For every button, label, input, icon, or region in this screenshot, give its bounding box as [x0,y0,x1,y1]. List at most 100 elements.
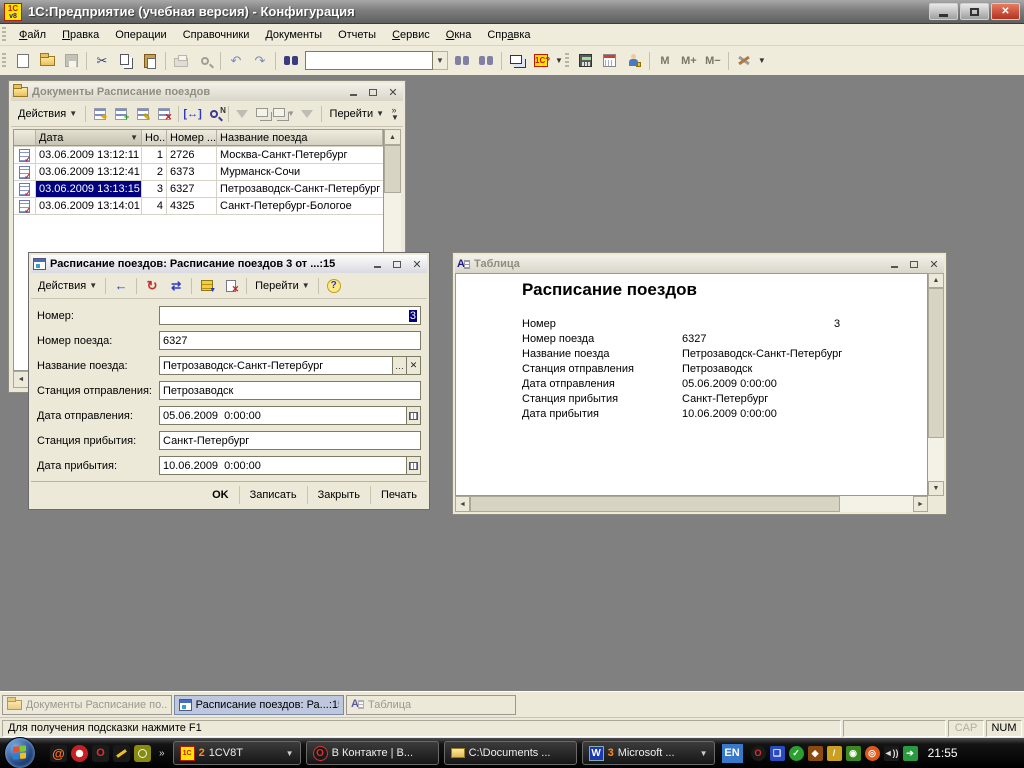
calendar-picker-button[interactable] [407,456,421,475]
tools-button[interactable] [732,50,756,72]
menu-documents[interactable]: Документы [257,26,330,44]
close-doc-button[interactable]: Закрыть [308,486,371,504]
train-name-field[interactable]: Петрозаводск-Санкт-Петербург [159,356,393,375]
volume-tray-icon[interactable]: ◄)) [884,746,899,761]
tablewin-hscrollbar[interactable]: ◄ ► [455,496,928,512]
find-prev-button[interactable] [474,50,498,72]
tablewin-titlebar[interactable]: A Таблица ✕ [455,255,944,273]
ok-button[interactable]: OK [202,486,240,504]
scroll-down-icon[interactable]: ▼ [928,481,944,496]
undo-button[interactable]: ↶ [224,50,248,72]
find-button[interactable] [279,50,303,72]
group-dropdown-arrow[interactable]: ▼ [700,749,708,758]
language-indicator[interactable]: EN [722,744,743,763]
toolbar-grip[interactable] [2,53,6,69]
windows-list-button[interactable] [505,50,529,72]
taskbar-button-vkontakte[interactable]: O В Контакте | В... [306,741,439,765]
doclist-toolbar-overflow[interactable]: »▼ [389,107,401,121]
arrive-date-field[interactable]: 10.06.2009 0:00:00 [159,456,407,475]
toolbar-grip-2[interactable] [565,53,569,69]
tab-table[interactable]: A Таблица [346,695,516,715]
copy-structure-button[interactable]: ⇄ [164,275,188,297]
redo-button[interactable]: ↷ [248,50,272,72]
go-to-list-button[interactable]: ← [109,275,133,297]
punto-tray-icon[interactable]: / [827,746,842,761]
depart-date-field[interactable]: 05.06.2009 0:00:00 [159,406,407,425]
unpost-document-button[interactable] [219,275,243,297]
1c-help-button[interactable]: 1C? [529,50,553,72]
quicklaunch-opera-icon[interactable]: O [92,745,109,762]
dialog-close-button[interactable]: ✕ [409,257,425,271]
menu-operations[interactable]: Операции [107,26,174,44]
add-button[interactable]: ✦ [89,103,110,125]
depart-station-field[interactable]: Петрозаводск [159,381,421,400]
new-document-button[interactable] [11,50,35,72]
usb-eject-tray-icon[interactable]: ➔ [903,746,918,761]
nvidia-tray-icon[interactable]: ◉ [846,746,861,761]
dialog-minimize-button[interactable] [369,257,385,271]
dialog-goto-button[interactable]: Перейти▼ [250,278,315,294]
quicklaunch-mail-agent-icon[interactable]: @ [50,745,67,762]
quicklaunch-clock-icon[interactable] [134,745,151,762]
paste-button[interactable] [138,50,162,72]
help-dropdown-arrow[interactable]: ▼ [555,56,563,65]
table-row[interactable]: 03.06.2009 13:12:41 2 6373 Мурманск-Сочи [14,164,383,181]
vscroll-thumb[interactable] [928,288,944,438]
post-document-button[interactable] [195,275,219,297]
clear-button[interactable]: ✕ [407,356,421,375]
hscroll-thumb[interactable] [470,496,840,512]
audio-horn-tray-icon[interactable]: ◆ [808,746,823,761]
calendar-button[interactable] [598,50,622,72]
header-date[interactable]: Дата▼ [36,130,142,146]
number-field[interactable]: 3 [159,306,421,325]
taskbar-button-word[interactable]: W 3 Microsoft ... ▼ [582,741,715,765]
edit-button[interactable]: ✎ [132,103,153,125]
opera-tray-icon[interactable]: O [751,746,766,761]
table-row[interactable]: 03.06.2009 13:12:11 1 2726 Москва-Санкт-… [14,147,383,164]
restore-button[interactable] [960,3,989,20]
header-icon-col[interactable] [14,130,36,146]
help-button[interactable]: ? [322,275,346,297]
taskbar-button-explorer[interactable]: C:\Documents ... [444,741,577,765]
start-button[interactable] [4,737,36,768]
scroll-up-icon[interactable]: ▲ [928,273,944,288]
doclist-titlebar[interactable]: Документы Расписание поездов ✕ [11,83,403,101]
menu-reports[interactable]: Отчеты [330,26,384,44]
tab-doclist[interactable]: Документы Расписание по... [2,695,172,715]
set-interval-button[interactable]: [↔] [182,103,203,125]
dialog-maximize-button[interactable] [389,257,405,271]
doclist-maximize-button[interactable] [365,85,381,99]
menubar-grip[interactable] [2,27,6,43]
quicklaunch-overflow-chevron[interactable]: » [159,748,165,759]
doclist-goto-button[interactable]: Перейти▼ [325,106,390,122]
doclist-actions-button[interactable]: Действия▼ [13,106,82,122]
header-num[interactable]: Но... [142,130,167,146]
tablewin-close-button[interactable]: ✕ [926,257,942,271]
menu-catalogs[interactable]: Справочники [175,26,258,44]
write-button[interactable]: Записать [240,486,308,504]
user-settings-button[interactable] [622,50,646,72]
menu-edit[interactable]: Правка [54,26,107,44]
search-dropdown-button[interactable]: ▼ [433,51,448,70]
taskbar-clock[interactable]: 21:55 [928,746,958,760]
find-by-number-button[interactable]: N [203,103,224,125]
scroll-right-icon[interactable]: ► [913,496,928,512]
menu-help[interactable]: Справка [479,26,538,44]
tablewin-vscrollbar[interactable]: ▲ ▼ [928,273,944,496]
download-manager-tray-icon[interactable]: ◎ [865,746,880,761]
arrive-station-field[interactable]: Санкт-Петербург [159,431,421,450]
train-number-field[interactable]: 6327 [159,331,421,350]
print-doc-button[interactable]: Печать [371,486,427,504]
menu-file[interactable]: Файл [11,26,54,44]
open-button[interactable] [35,50,59,72]
minimize-button[interactable] [929,3,958,20]
menu-windows[interactable]: Окна [438,26,480,44]
find-next-button[interactable] [450,50,474,72]
tools-dropdown-arrow[interactable]: ▼ [758,56,766,65]
network-tray-icon[interactable]: ❏ [770,746,785,761]
taskbar-button-1c[interactable]: 1C 2 1CV8T ▼ [173,741,301,765]
dialog-titlebar[interactable]: Расписание поездов: Расписание поездов 3… [31,255,427,273]
header-train[interactable]: Номер ... [167,130,217,146]
antivirus-tray-icon[interactable]: ✓ [789,746,804,761]
tablewin-maximize-button[interactable] [906,257,922,271]
